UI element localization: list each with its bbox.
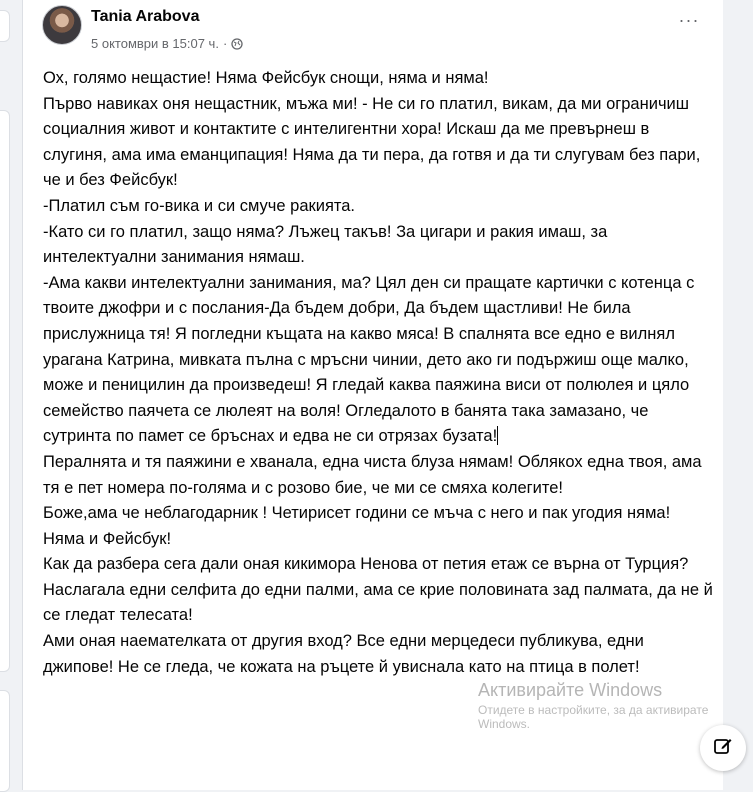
avatar[interactable]	[42, 5, 82, 45]
post-card: Tania Arabova 5 октомври в 15:07 ч. · ··…	[22, 0, 724, 790]
post-paragraph: -Като си го платил, защо няма? Лъжец так…	[43, 222, 612, 267]
post-paragraph: -Платил съм го-вика и си смуче ракията.	[43, 196, 356, 215]
author-name[interactable]: Tania Arabova	[91, 8, 199, 26]
text-caret	[497, 426, 499, 446]
more-options-button[interactable]: ···	[673, 10, 705, 34]
edit-icon	[713, 736, 733, 761]
post-paragraph: Няма и Фейсбук!	[43, 529, 172, 548]
post-paragraph: Пералнята и тя паяжини е хванала, една ч…	[43, 452, 707, 497]
left-card	[0, 10, 10, 42]
meta-separator: ·	[222, 36, 228, 51]
left-card	[0, 690, 10, 792]
post-timestamp[interactable]: 5 октомври в 15:07 ч.	[91, 36, 219, 51]
post-paragraph: -Ама какви интелектуални занимания, ма? …	[43, 271, 713, 450]
right-strip	[723, 0, 753, 790]
post-paragraph: Боже,ама че неблагодарник ! Четирисет го…	[43, 504, 671, 523]
globe-icon	[231, 37, 243, 50]
post-paragraph: Първо навиках оня нещастник, мъжа ми! - …	[43, 94, 705, 190]
post-paragraph: Как да разбера сега дали оная кикимора Н…	[43, 555, 718, 625]
post-text: Ох, голямо нещастие! Няма Фейсбук снощи,…	[43, 66, 713, 680]
post-paragraph: Ами оная наемателката от другия вход? Вс…	[43, 632, 649, 676]
post-paragraph: Ох, голямо нещастие! Няма Фейсбук снощи,…	[43, 69, 489, 87]
left-card	[0, 110, 10, 672]
post-meta: 5 октомври в 15:07 ч. ·	[91, 36, 243, 51]
left-column	[0, 0, 22, 792]
new-message-button[interactable]	[700, 725, 746, 771]
post-paragraph-text: -Ама какви интелектуални занимания, ма? …	[43, 273, 699, 446]
